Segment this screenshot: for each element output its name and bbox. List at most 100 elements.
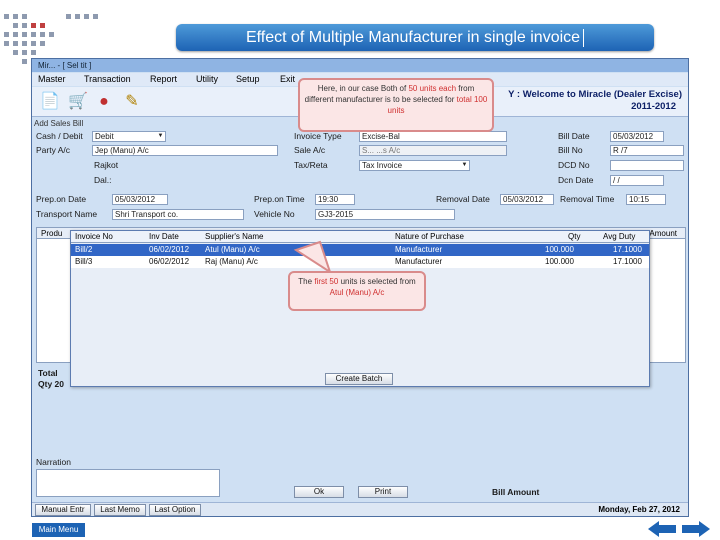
menu-transaction[interactable]: Transaction (84, 73, 131, 86)
bill-no-field[interactable]: R /7 (610, 145, 684, 156)
vehicle-field[interactable]: GJ3-2015 (315, 209, 455, 220)
qty-label: Qty 20 (38, 379, 64, 389)
row-date: 06/02/2012 (149, 257, 190, 266)
status-date: Monday, Feb 27, 2012 (598, 505, 680, 514)
bill-date-label: Bill Date (558, 131, 590, 141)
col-inv-date: Inv Date (149, 232, 179, 241)
ok-button[interactable]: Ok (294, 486, 344, 498)
city-text: Rajkot (94, 160, 119, 170)
form-title: Add Sales Bill (34, 119, 84, 128)
callout-text: Here, in our case Both of (317, 84, 407, 93)
invoice-type-label: Invoice Type (294, 131, 342, 141)
cash-debit-value: Debit (95, 132, 114, 141)
money-bag-icon[interactable]: ● (94, 92, 114, 112)
product-column-header: Produ (41, 229, 63, 238)
transport-label: Transport Name (36, 209, 98, 219)
menu-master[interactable]: Master (38, 73, 66, 86)
col-supplier: Supplier's Name (205, 232, 264, 241)
callout-text: The (298, 277, 313, 286)
callout-highlight: Atul (Manu) A/c (329, 288, 385, 297)
cash-debit-select[interactable]: Debit ▼ (92, 131, 166, 142)
cash-debit-label: Cash / Debit (36, 131, 83, 141)
col-invoice-no: Invoice No (75, 232, 113, 241)
edit-icon[interactable]: ✎ (122, 92, 142, 112)
tax-retail-label: Tax/Reta (294, 160, 328, 170)
vehicle-label: Vehicle No (254, 209, 295, 219)
next-arrow-icon[interactable] (682, 521, 710, 537)
row-qty: 100.000 (545, 257, 574, 266)
callout-highlight: first 50 (314, 277, 339, 286)
purchase-row[interactable]: Bill/3 06/02/2012 Raj (Manu) A/c Manufac… (71, 256, 649, 268)
bill-date-field[interactable]: 05/03/2012 (610, 131, 664, 142)
slide-title: Effect of Multiple Manufacturer in singl… (176, 24, 654, 51)
party-field[interactable]: Jep (Manu) A/c (92, 145, 278, 156)
tax-retail-select[interactable]: Tax Invoice ▼ (359, 160, 470, 171)
status-bar: Manual Entr Last Memo Last Option Monday… (32, 502, 688, 516)
row-qty: 100.000 (545, 245, 574, 254)
row-supplier: Raj (Manu) A/c (205, 257, 258, 266)
window-title: Mir... - [ Sel tit ] (32, 59, 688, 72)
party-label: Party A/c (36, 145, 71, 155)
callout-bottom: The first 50 units is selected from Atul… (288, 271, 426, 311)
dcd-no-label: DCD No (558, 160, 590, 170)
row-supplier: Atul (Manu) A/c (205, 245, 260, 254)
prep-date-label: Prep.on Date (36, 194, 87, 204)
text-caret (583, 28, 585, 47)
invoice-type-field[interactable]: Excise-Bal (359, 131, 507, 142)
row-date: 06/02/2012 (149, 245, 190, 254)
prep-time-label: Prep.on Time (254, 194, 305, 204)
transport-field[interactable]: Shri Transport co. (112, 209, 244, 220)
popup-header: Invoice No Inv Date Supplier's Name Natu… (71, 231, 649, 243)
create-batch-button[interactable]: Create Batch (325, 373, 393, 385)
sale-ac-field[interactable]: S... ...s A/c (359, 145, 507, 156)
main-menu-button[interactable]: Main Menu (32, 523, 85, 537)
row-nature: Manufacturer (395, 245, 443, 254)
amount-column-header: Amount (649, 229, 677, 238)
document-icon[interactable]: 📄 (40, 92, 60, 112)
total-label: Total (38, 368, 58, 378)
dcd-date-label: Dcn Date (558, 175, 594, 185)
prep-date-field[interactable]: 05/03/2012 (112, 194, 168, 205)
chevron-down-icon[interactable]: ▼ (460, 161, 469, 170)
bill-amount-label: Bill Amount (492, 487, 540, 497)
removal-time-label: Removal Time (560, 194, 615, 204)
dcd-no-field[interactable] (610, 160, 684, 171)
financial-year: 2011-2012 (631, 101, 676, 112)
dealer-label: Dal.: (94, 175, 112, 185)
callout-top: Here, in our case Both of 50 units each … (298, 78, 494, 132)
row-invoice: Bill/2 (75, 245, 93, 254)
menu-setup[interactable]: Setup (236, 73, 260, 86)
last-option-button[interactable]: Last Option (149, 504, 201, 516)
removal-date-label: Removal Date (436, 194, 490, 204)
prep-time-field[interactable]: 19:30 (315, 194, 355, 205)
tax-retail-value: Tax Invoice (362, 161, 403, 170)
purchase-row[interactable]: Bill/2 06/02/2012 Atul (Manu) A/c Manufa… (71, 244, 649, 256)
narration-label: Narration (36, 457, 71, 467)
menu-exit[interactable]: Exit (280, 73, 295, 86)
removal-time-field[interactable]: 10:15 (626, 194, 666, 205)
removal-date-field[interactable]: 05/03/2012 (500, 194, 554, 205)
row-nature: Manufacturer (395, 257, 443, 266)
callout-highlight: 50 units each (408, 84, 457, 93)
col-qty: Qty (568, 232, 581, 241)
chevron-down-icon[interactable]: ▼ (156, 132, 165, 141)
cart-icon[interactable]: 🛒 (68, 92, 88, 112)
bill-no-label: Bill No (558, 145, 583, 155)
col-nature: Nature of Purchase (395, 232, 464, 241)
manual-entry-button[interactable]: Manual Entr (35, 504, 91, 516)
welcome-line: Y : Welcome to Miracle (Dealer Excise) (508, 89, 682, 100)
slide-title-text: Effect of Multiple Manufacturer in singl… (245, 29, 581, 46)
row-invoice: Bill/3 (75, 257, 93, 266)
sale-ac-label: Sale A/c (294, 145, 326, 155)
print-button[interactable]: Print (358, 486, 408, 498)
menu-report[interactable]: Report (150, 73, 177, 86)
previous-arrow-icon[interactable] (648, 521, 676, 537)
row-duty: 17.1000 (613, 257, 642, 266)
welcome-banner: Y : Welcome to Miracle (Dealer Excise) 2… (508, 89, 682, 113)
narration-field[interactable] (36, 469, 220, 497)
row-duty: 17.1000 (613, 245, 642, 254)
dcd-date-field[interactable]: / / (610, 175, 664, 186)
last-memo-button[interactable]: Last Memo (94, 504, 146, 516)
callout-text: units is selected from (340, 277, 416, 286)
menu-utility[interactable]: Utility (196, 73, 218, 86)
